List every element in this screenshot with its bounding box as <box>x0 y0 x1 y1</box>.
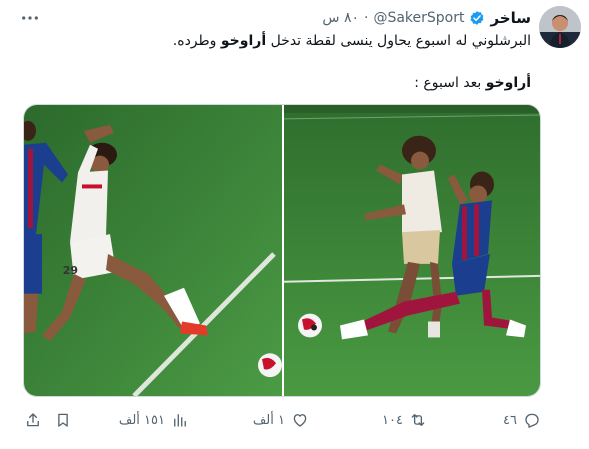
tweet-media[interactable]: 29 <box>23 104 541 397</box>
football-photo: 29 <box>24 105 282 396</box>
more-options-button[interactable] <box>20 8 40 28</box>
author-handle[interactable]: @SakerSport <box>373 10 464 26</box>
like-button[interactable]: ١ ألف <box>253 405 309 435</box>
views-count: ١٥١ ألف <box>118 412 165 428</box>
tweet-meta: ساخر @SakerSport · ٨٠ س <box>322 8 531 28</box>
like-icon <box>293 414 307 427</box>
retweet-count: ١٠٤ <box>382 412 403 428</box>
tweet-actions: ٤٦ ١٠٤ ١ ألف ١٥١ ألف <box>0 405 589 435</box>
tweet-text-bold: أراوخو <box>220 33 267 49</box>
share-button[interactable] <box>24 405 42 435</box>
tweet-text-part: البرشلوني له اسبوع يحاول ينسى لقطة تدخل <box>266 33 531 49</box>
media-divider <box>282 105 284 396</box>
bookmark-button[interactable] <box>54 405 72 435</box>
tweet-text-line-2: أراوخو بعد اسبوع : <box>31 73 531 93</box>
views-icon <box>174 414 186 427</box>
tweet-timestamp[interactable]: ٨٠ س <box>322 10 359 26</box>
reply-button[interactable]: ٤٦ <box>503 405 541 435</box>
tweet-text-line-1: البرشلوني له اسبوع يحاول ينسى لقطة تدخل … <box>31 31 531 51</box>
author-display-name[interactable]: ساخر <box>490 9 531 27</box>
avatar[interactable] <box>539 6 581 48</box>
retweet-icon <box>411 414 425 426</box>
share-icon <box>27 413 39 427</box>
tweet-text-bold: أراوخو <box>485 75 531 91</box>
avatar-photo <box>539 6 581 48</box>
more-horizontal-icon <box>22 16 38 20</box>
bookmark-icon <box>58 413 68 427</box>
tweet-text-part: بعد اسبوع : <box>414 75 486 91</box>
views-button[interactable]: ١٥١ ألف <box>119 405 189 435</box>
reply-count: ٤٦ <box>503 412 517 428</box>
reply-icon <box>525 413 539 428</box>
tweet-card[interactable]: ساخر @SakerSport · ٨٠ س البرشلوني له اسب… <box>0 0 589 449</box>
media-photo-left[interactable]: 29 <box>24 105 282 396</box>
like-count: ١ ألف <box>252 412 285 428</box>
verified-badge-icon <box>471 11 484 25</box>
retweet-button[interactable]: ١٠٤ <box>382 405 427 435</box>
football-photo <box>284 105 540 396</box>
tweet-text-part: وطرده. <box>172 33 221 49</box>
media-photo-right[interactable] <box>284 105 540 396</box>
meta-separator: · <box>363 10 369 26</box>
